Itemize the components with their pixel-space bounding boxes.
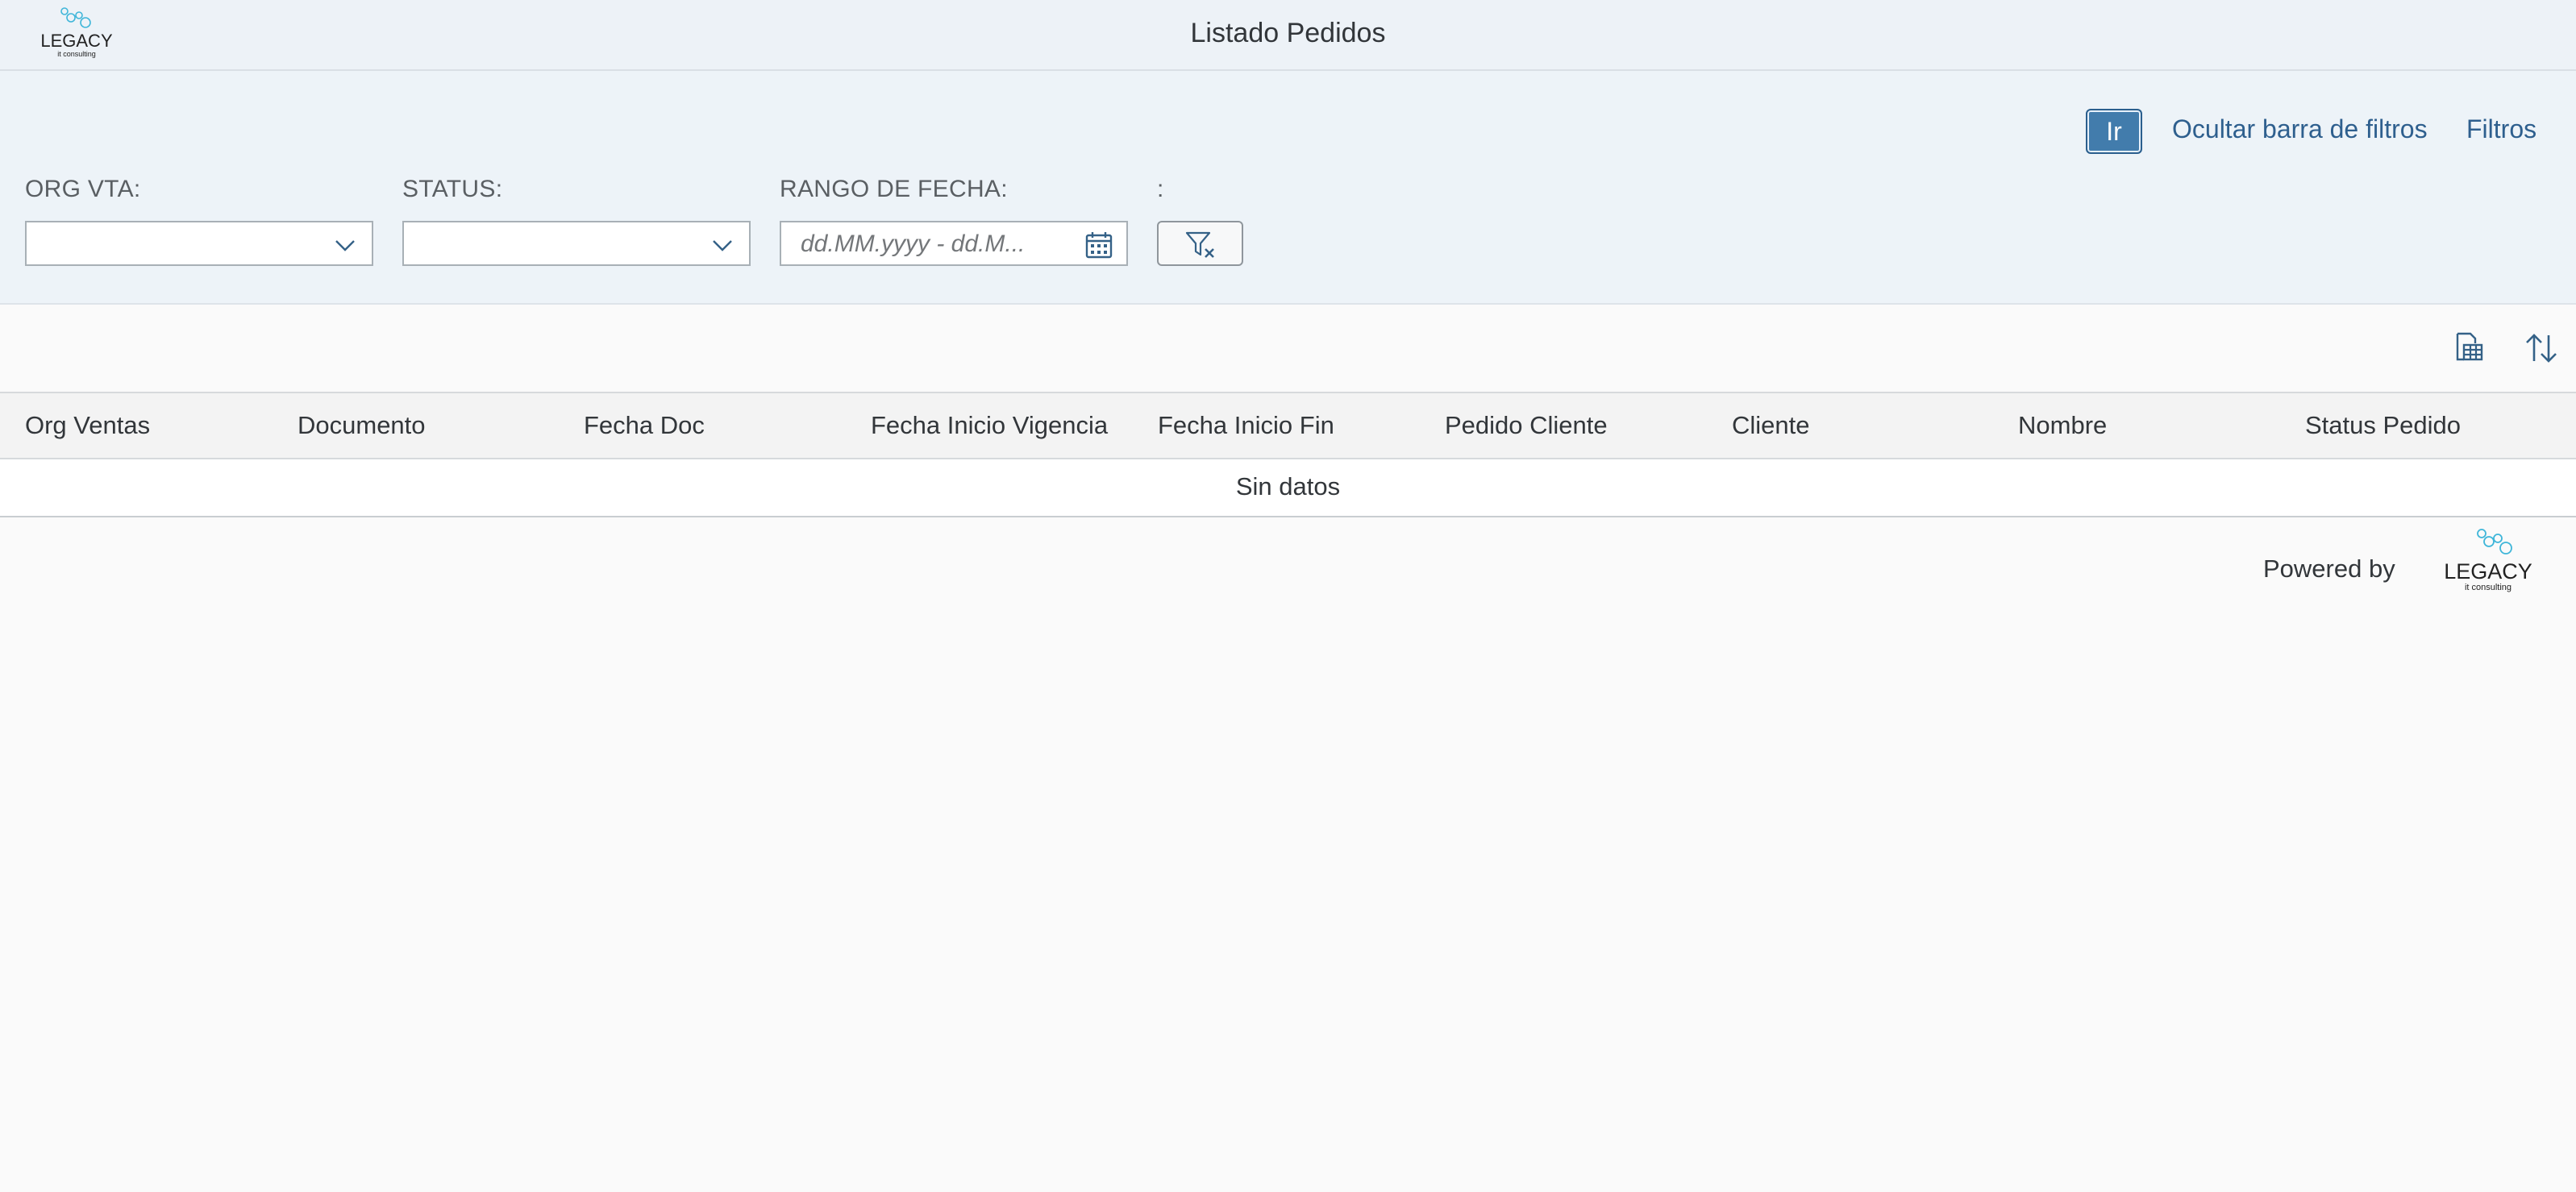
page-title: Listado Pedidos — [1190, 18, 1386, 48]
table-body: Sin datos — [0, 459, 2576, 517]
table-settings-icon[interactable] — [2451, 330, 2487, 366]
filter-bar: Ir Ocultar barra de filtros Filtros ORG … — [0, 71, 2576, 305]
column-header-nombre[interactable]: Nombre — [2018, 411, 2107, 440]
calendar-icon[interactable] — [1084, 231, 1113, 260]
table-header: Org Ventas Documento Fecha Doc Fecha Ini… — [0, 392, 2576, 459]
chevron-down-icon[interactable] — [335, 235, 356, 255]
logo-subtext: it consulting — [57, 50, 96, 58]
org-vta-select[interactable] — [25, 221, 373, 266]
no-data-text: Sin datos — [1235, 472, 1341, 500]
date-range-input[interactable]: dd.MM.yyyy - dd.M... — [780, 221, 1128, 266]
table-toolbar — [0, 305, 2576, 392]
status-select[interactable] — [402, 221, 751, 266]
clear-filters-button[interactable] — [1157, 221, 1243, 266]
footer-logo-text: LEGACY — [2444, 559, 2532, 584]
date-range-placeholder: dd.MM.yyyy - dd.M... — [801, 231, 1026, 257]
column-header-cliente[interactable]: Cliente — [1732, 411, 1810, 440]
date-range-label: RANGO DE FECHA: — [780, 176, 1008, 202]
powered-by-text: Powered by — [2263, 554, 2395, 583]
column-header-pedido-cliente[interactable]: Pedido Cliente — [1445, 411, 1608, 440]
column-header-fecha-inicio-fin[interactable]: Fecha Inicio Fin — [1158, 411, 1334, 440]
sort-icon[interactable] — [2524, 330, 2559, 366]
go-button[interactable]: Ir — [2086, 109, 2142, 154]
column-header-fecha-inicio-vigencia[interactable]: Fecha Inicio Vigencia — [871, 411, 1108, 440]
chevron-down-icon[interactable] — [712, 235, 733, 255]
shell-header: LEGACY it consulting Listado Pedidos — [0, 0, 2576, 71]
column-header-status-pedido[interactable]: Status Pedido — [2305, 411, 2461, 440]
column-header-fecha-doc[interactable]: Fecha Doc — [584, 411, 705, 440]
filters-button[interactable]: Filtros — [2466, 114, 2536, 144]
footer-logo-subtext: it consulting — [2465, 583, 2511, 592]
extra-field-label: : — [1157, 176, 1164, 202]
clear-filter-icon — [1185, 231, 1214, 258]
org-vta-label: ORG VTA: — [25, 176, 141, 202]
hide-filterbar-button[interactable]: Ocultar barra de filtros — [2172, 114, 2428, 144]
status-label: STATUS: — [402, 176, 503, 202]
legacy-footer-logo: LEGACY it consulting — [2444, 529, 2532, 592]
column-header-org-ventas[interactable]: Org Ventas — [25, 411, 150, 440]
column-header-documento[interactable]: Documento — [298, 411, 426, 440]
